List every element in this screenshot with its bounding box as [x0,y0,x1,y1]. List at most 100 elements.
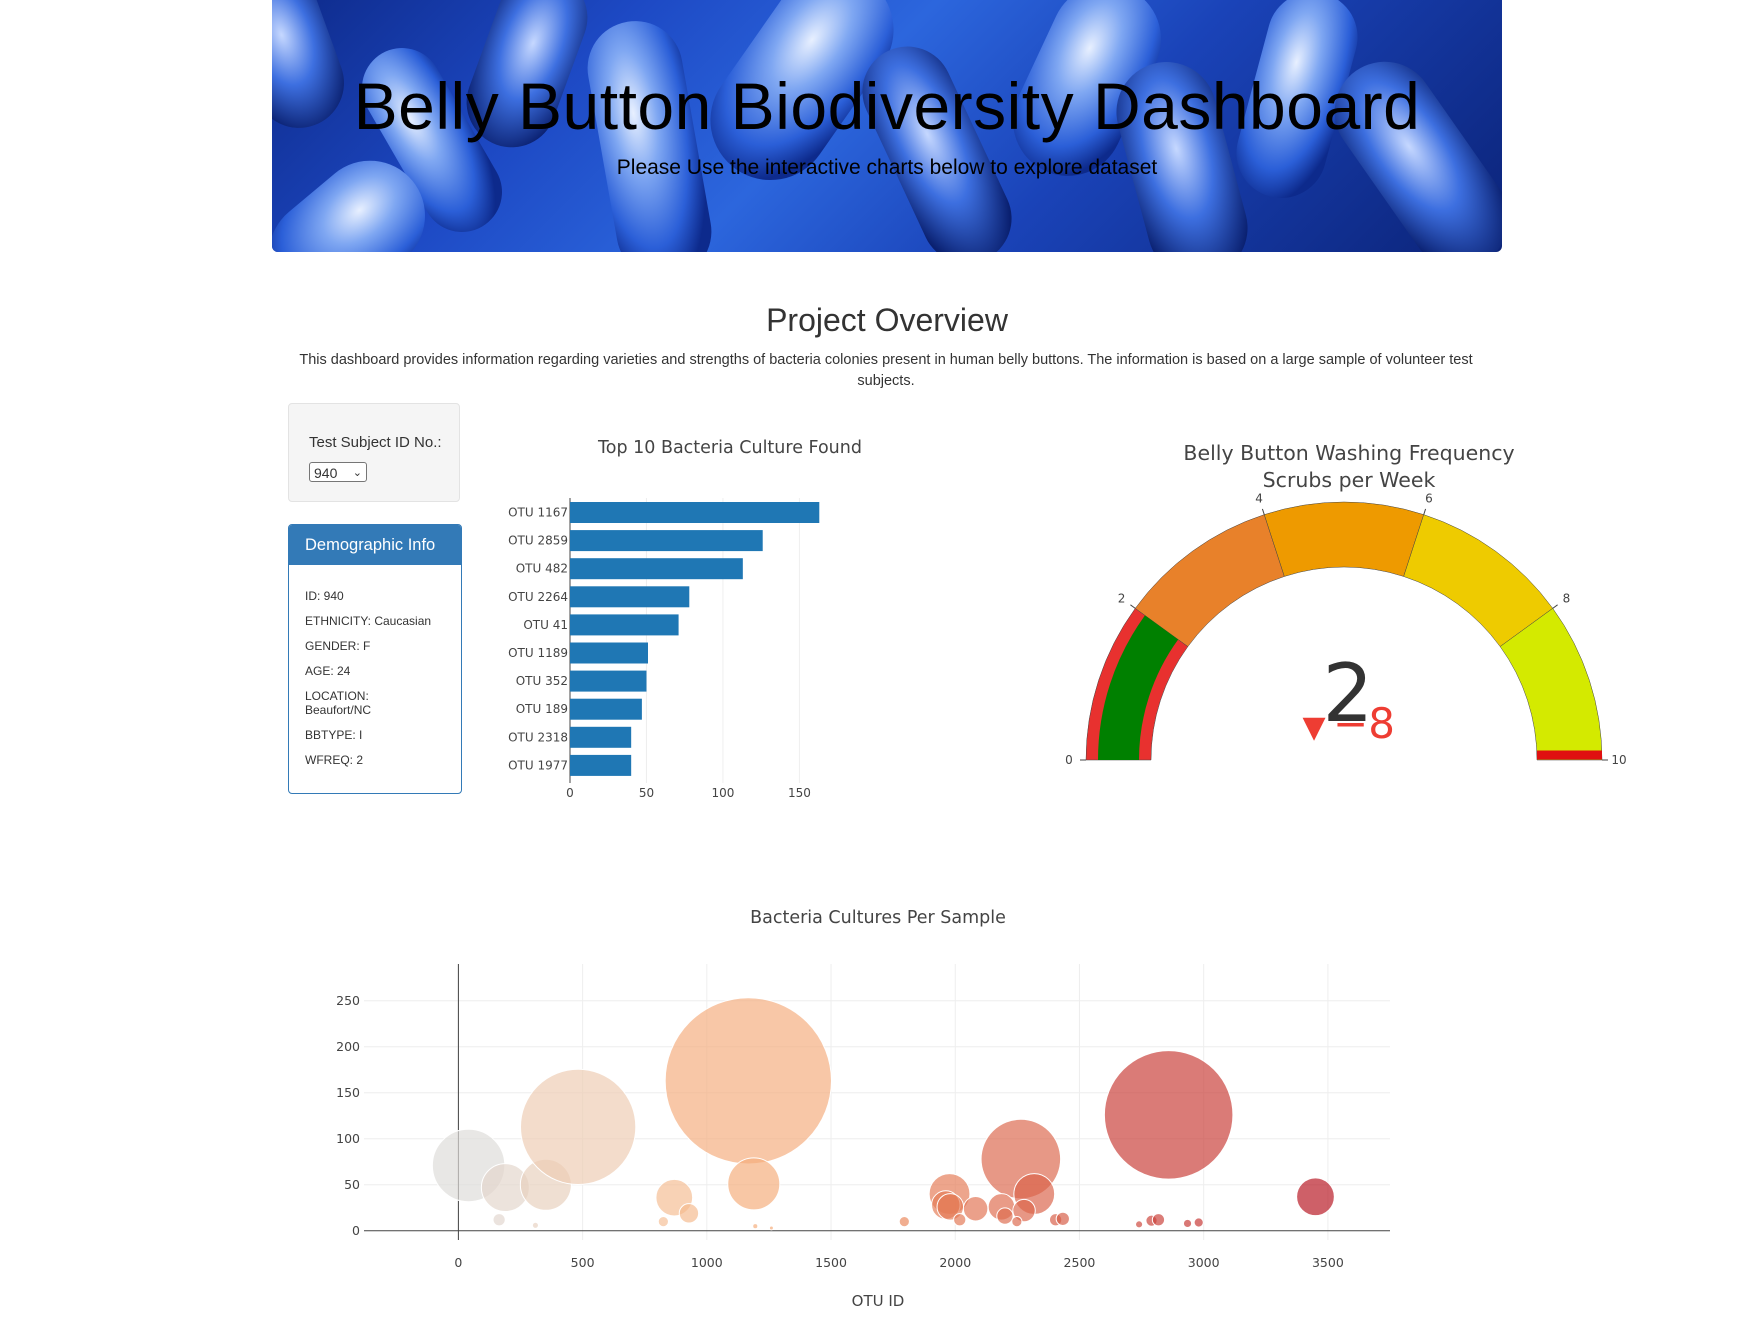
bar-y-tick-label: OTU 1167 [508,506,568,520]
bar-otu-189[interactable] [570,698,642,720]
chevron-down-icon: ⌄ [352,467,362,479]
bar-y-tick-label: OTU 482 [516,562,568,576]
bar-otu-1977[interactable] [570,754,632,776]
bubble-y-tick-label: 200 [336,1039,360,1054]
bar-otu-2318[interactable] [570,726,632,748]
bar-x-tick-label: 0 [566,786,574,800]
gauge-tick [1423,508,1427,515]
bubble-point[interactable] [1011,1216,1023,1228]
gauge-value-bar [1098,615,1179,760]
bar-otu-1189[interactable] [570,642,648,664]
bubble-point[interactable] [1151,1213,1166,1227]
bubble-x-tick-label: 1000 [691,1255,723,1270]
bubble-y-tick-label: 50 [344,1177,360,1192]
bar-otu-482[interactable] [570,558,743,580]
bubble-point[interactable] [727,1157,781,1211]
gauge-tick [1261,508,1265,515]
bubble-point[interactable] [996,1207,1014,1225]
bar-chart-title: Top 10 Bacteria Culture Found [597,438,862,458]
gauge-tick [1130,604,1136,609]
bubble-point[interactable] [1193,1217,1204,1228]
bubble-x-tick-label: 2500 [1064,1255,1096,1270]
bubble-point[interactable] [1182,1218,1193,1229]
bubble-point[interactable] [531,1221,539,1229]
gauge-tick-label: 2 [1118,591,1126,605]
bar-y-tick-label: OTU 189 [516,702,568,716]
bubble-y-tick-label: 150 [336,1085,360,1100]
header-banner: Belly Button Biodiversity Dashboard Plea… [272,0,1502,252]
overview-description: This dashboard provides information rega… [299,352,1473,389]
bubble-point[interactable] [962,1195,989,1222]
gauge-title: Belly Button Washing Frequency [1183,441,1514,465]
bubble-chart[interactable]: Bacteria Cultures Per Sample OTU ID 0 500… [330,900,1440,1320]
bar-y-tick-label: OTU 2264 [508,590,568,604]
gauge-step-2 [1263,501,1425,577]
bubble-point[interactable] [664,997,832,1165]
gauge-tick-label: 4 [1255,491,1263,505]
bubble-y-tick-label: 100 [336,1131,360,1146]
bubble-point[interactable] [953,1213,967,1227]
bar-x-tick-label: 50 [639,786,654,800]
bar-y-tick-label: OTU 41 [523,618,568,632]
demo-age: AGE: 24 [305,664,351,678]
demo-ethnicity: ETHNICITY: Caucasian [305,614,432,628]
bar-otu-41[interactable] [570,614,679,636]
bubble-point[interactable] [1296,1177,1335,1217]
bubble-chart-title: Bacteria Cultures Per Sample [750,908,1006,928]
bubble-point[interactable] [520,1068,637,1185]
top10-bar-chart[interactable]: Top 10 Bacteria Culture Found 0 50 100 150 O… [500,430,900,810]
bar-y-tick-label: OTU 352 [516,674,568,688]
bubble-x-axis-label: OTU ID [852,1292,905,1310]
subject-id-label: Test Subject ID No.: [309,434,442,451]
demographic-panel-body: ID: 940 ETHNICITY: Caucasian GENDER: F A… [289,565,461,767]
bubble-point[interactable] [1103,1050,1234,1180]
bubble-point[interactable] [752,1223,759,1230]
gauge-tick-label: 0 [1065,753,1073,767]
bubble-y-tick-label: 250 [336,993,360,1008]
gauge-tick-label: 10 [1611,753,1626,767]
bubble-x-tick-label: 500 [571,1255,595,1270]
bubble-x-tick-label: 1500 [815,1255,847,1270]
gauge-tick-label: 8 [1563,591,1571,605]
bubble-point[interactable] [1055,1211,1070,1226]
demo-bbtype: BBTYPE: I [305,728,363,742]
bar-otu-2264[interactable] [570,586,690,608]
bar-x-tick-label: 100 [711,786,734,800]
bar-y-tick-label: OTU 1189 [508,646,568,660]
demo-wfreq: WFREQ: 2 [305,753,364,767]
bubble-x-tick-label: 0 [454,1255,462,1270]
bubble-point[interactable] [492,1213,506,1227]
delta-down-icon: ▼ [1302,710,1325,745]
gauge-tick [1552,604,1558,609]
bubble-x-tick-label: 3000 [1188,1255,1220,1270]
subject-id-value: 940 [314,465,338,481]
bar-y-tick-label: OTU 1977 [508,758,568,772]
dashboard-title: Belly Button Biodiversity Dashboard [353,69,1421,143]
subject-id-dropdown[interactable]: 940 ⌄ [309,462,367,482]
demo-location: LOCATION: Beaufort/NC [305,689,372,717]
bubble-point[interactable] [678,1203,700,1224]
gauge-tick-label: 6 [1425,491,1433,505]
bubble-point[interactable] [768,1225,774,1231]
demographic-panel-title: Demographic Info [289,525,461,565]
bubble-y-tick-label: 0 [352,1223,360,1238]
bubble-x-tick-label: 2000 [939,1255,971,1270]
bar-y-tick-label: OTU 2859 [508,534,568,548]
bar-y-tick-label: OTU 2318 [508,730,568,744]
bubble-point[interactable] [898,1216,910,1228]
bar-otu-2859[interactable] [570,530,763,552]
overview-heading: Project Overview [766,302,1008,338]
demo-id: ID: 940 [305,589,344,603]
dashboard-subtitle: Please Use the interactive charts below … [616,156,1158,179]
bubble-x-tick-label: 3500 [1312,1255,1344,1270]
bar-otu-1167[interactable] [570,502,820,523]
bar-x-tick-label: 150 [788,786,811,800]
washing-frequency-gauge[interactable]: Belly Button Washing Frequency Scrubs pe… [1050,430,1650,790]
bubble-point[interactable] [657,1216,669,1228]
demo-gender: GENDER: F [305,639,371,653]
gauge-delta-value: −8 [1333,699,1395,748]
demographic-panel: Demographic Info ID: 940 ETHNICITY: Cauc… [288,524,462,794]
bubble-point[interactable] [1135,1220,1144,1229]
bar-otu-352[interactable] [570,670,647,692]
gauge-subtitle: Scrubs per Week [1263,468,1436,492]
